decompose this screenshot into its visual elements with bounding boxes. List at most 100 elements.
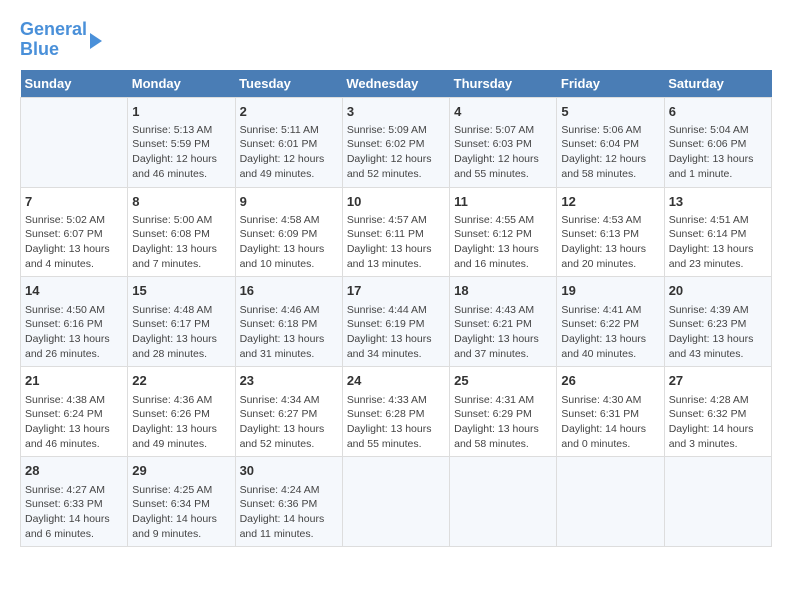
day-info: Sunrise: 5:02 AM Sunset: 6:07 PM Dayligh… [25,213,123,272]
day-number: 29 [132,462,230,480]
day-number: 20 [669,282,767,300]
calendar-cell: 8 Sunrise: 5:00 AM Sunset: 6:08 PM Daylig… [128,187,235,277]
header-day-monday: Monday [128,70,235,98]
calendar-cell: 23 Sunrise: 4:34 AM Sunset: 6:27 PM Dayli… [235,367,342,457]
header-day-wednesday: Wednesday [342,70,449,98]
calendar-week-row: 14 Sunrise: 4:50 AM Sunset: 6:16 PM Dayli… [21,277,772,367]
day-info: Sunrise: 5:07 AM Sunset: 6:03 PM Dayligh… [454,123,552,182]
calendar-week-row: 21 Sunrise: 4:38 AM Sunset: 6:24 PM Dayli… [21,367,772,457]
day-number: 17 [347,282,445,300]
calendar-cell: 30Sunrise: 4:24 AM Sunset: 6:36 PM Dayli… [235,457,342,547]
calendar-week-row: 28 Sunrise: 4:27 AM Sunset: 6:33 PM Dayli… [21,457,772,547]
day-info: Sunrise: 4:46 AM Sunset: 6:18 PM Dayligh… [240,303,338,362]
day-number: 4 [454,103,552,121]
calendar-cell: 26 Sunrise: 4:30 AM Sunset: 6:31 PM Dayli… [557,367,664,457]
day-number: 26 [561,372,659,390]
calendar-cell: 29 Sunrise: 4:25 AM Sunset: 6:34 PM Dayli… [128,457,235,547]
calendar-cell: 15Sunrise: 4:48 AM Sunset: 6:17 PM Dayli… [128,277,235,367]
day-number: 23 [240,372,338,390]
calendar-cell: 17 Sunrise: 4:44 AM Sunset: 6:19 PM Dayli… [342,277,449,367]
day-info: Sunrise: 5:13 AM Sunset: 5:59 PM Dayligh… [132,123,230,182]
page-header: GeneralBlue [20,20,772,60]
day-info: Sunrise: 4:30 AM Sunset: 6:31 PM Dayligh… [561,393,659,452]
logo-text: GeneralBlue [20,20,87,60]
day-info: Sunrise: 4:27 AM Sunset: 6:33 PM Dayligh… [25,483,123,542]
calendar-cell: 3Sunrise: 5:09 AM Sunset: 6:02 PM Daylig… [342,97,449,187]
day-info: Sunrise: 4:55 AM Sunset: 6:12 PM Dayligh… [454,213,552,272]
calendar-cell: 6Sunrise: 5:04 AM Sunset: 6:06 PM Daylig… [664,97,771,187]
day-number: 12 [561,193,659,211]
day-number: 2 [240,103,338,121]
calendar-cell: 20 Sunrise: 4:39 AM Sunset: 6:23 PM Dayli… [664,277,771,367]
calendar-cell: 4 Sunrise: 5:07 AM Sunset: 6:03 PM Daylig… [450,97,557,187]
calendar-cell: 16 Sunrise: 4:46 AM Sunset: 6:18 PM Dayli… [235,277,342,367]
day-info: Sunrise: 4:41 AM Sunset: 6:22 PM Dayligh… [561,303,659,362]
day-info: Sunrise: 4:33 AM Sunset: 6:28 PM Dayligh… [347,393,445,452]
day-number: 24 [347,372,445,390]
calendar-cell [664,457,771,547]
calendar-cell: 12 Sunrise: 4:53 AM Sunset: 6:13 PM Dayli… [557,187,664,277]
calendar-cell: 21 Sunrise: 4:38 AM Sunset: 6:24 PM Dayli… [21,367,128,457]
day-number: 10 [347,193,445,211]
day-info: Sunrise: 4:57 AM Sunset: 6:11 PM Dayligh… [347,213,445,272]
calendar-cell: 13Sunrise: 4:51 AM Sunset: 6:14 PM Dayli… [664,187,771,277]
day-number: 27 [669,372,767,390]
header-day-thursday: Thursday [450,70,557,98]
calendar-week-row: 7 Sunrise: 5:02 AM Sunset: 6:07 PM Daylig… [21,187,772,277]
calendar-cell: 28 Sunrise: 4:27 AM Sunset: 6:33 PM Dayli… [21,457,128,547]
calendar-cell: 5 Sunrise: 5:06 AM Sunset: 6:04 PM Daylig… [557,97,664,187]
day-info: Sunrise: 4:31 AM Sunset: 6:29 PM Dayligh… [454,393,552,452]
day-number: 8 [132,193,230,211]
calendar-cell: 10 Sunrise: 4:57 AM Sunset: 6:11 PM Dayli… [342,187,449,277]
day-info: Sunrise: 4:36 AM Sunset: 6:26 PM Dayligh… [132,393,230,452]
calendar-cell: 18Sunrise: 4:43 AM Sunset: 6:21 PM Dayli… [450,277,557,367]
calendar-cell: 14 Sunrise: 4:50 AM Sunset: 6:16 PM Dayli… [21,277,128,367]
calendar-cell: 27 Sunrise: 4:28 AM Sunset: 6:32 PM Dayli… [664,367,771,457]
day-number: 7 [25,193,123,211]
day-info: Sunrise: 4:58 AM Sunset: 6:09 PM Dayligh… [240,213,338,272]
calendar-cell: 25 Sunrise: 4:31 AM Sunset: 6:29 PM Dayli… [450,367,557,457]
calendar-cell [557,457,664,547]
day-number: 25 [454,372,552,390]
day-info: Sunrise: 4:34 AM Sunset: 6:27 PM Dayligh… [240,393,338,452]
day-number: 1 [132,103,230,121]
day-info: Sunrise: 4:25 AM Sunset: 6:34 PM Dayligh… [132,483,230,542]
day-info: Sunrise: 4:48 AM Sunset: 6:17 PM Dayligh… [132,303,230,362]
day-number: 18 [454,282,552,300]
day-number: 14 [25,282,123,300]
day-info: Sunrise: 4:39 AM Sunset: 6:23 PM Dayligh… [669,303,767,362]
calendar-week-row: 1 Sunrise: 5:13 AM Sunset: 5:59 PM Daylig… [21,97,772,187]
day-number: 13 [669,193,767,211]
day-info: Sunrise: 4:28 AM Sunset: 6:32 PM Dayligh… [669,393,767,452]
day-info: Sunrise: 4:53 AM Sunset: 6:13 PM Dayligh… [561,213,659,272]
header-day-friday: Friday [557,70,664,98]
logo: GeneralBlue [20,20,102,60]
day-info: Sunrise: 5:04 AM Sunset: 6:06 PM Dayligh… [669,123,767,182]
calendar-cell: 2 Sunrise: 5:11 AM Sunset: 6:01 PM Daylig… [235,97,342,187]
day-number: 19 [561,282,659,300]
day-number: 11 [454,193,552,211]
day-number: 16 [240,282,338,300]
calendar-cell: 22 Sunrise: 4:36 AM Sunset: 6:26 PM Dayli… [128,367,235,457]
day-number: 22 [132,372,230,390]
day-info: Sunrise: 4:44 AM Sunset: 6:19 PM Dayligh… [347,303,445,362]
calendar-cell: 11 Sunrise: 4:55 AM Sunset: 6:12 PM Dayli… [450,187,557,277]
calendar-cell: 24 Sunrise: 4:33 AM Sunset: 6:28 PM Dayli… [342,367,449,457]
day-info: Sunrise: 4:38 AM Sunset: 6:24 PM Dayligh… [25,393,123,452]
calendar-cell: 1 Sunrise: 5:13 AM Sunset: 5:59 PM Daylig… [128,97,235,187]
day-number: 30 [240,462,338,480]
calendar-cell: 9Sunrise: 4:58 AM Sunset: 6:09 PM Daylig… [235,187,342,277]
header-day-tuesday: Tuesday [235,70,342,98]
day-info: Sunrise: 5:11 AM Sunset: 6:01 PM Dayligh… [240,123,338,182]
day-number: 28 [25,462,123,480]
calendar-table: SundayMondayTuesdayWednesdayThursdayFrid… [20,70,772,548]
day-number: 21 [25,372,123,390]
header-day-sunday: Sunday [21,70,128,98]
day-info: Sunrise: 5:06 AM Sunset: 6:04 PM Dayligh… [561,123,659,182]
calendar-cell [450,457,557,547]
day-info: Sunrise: 4:50 AM Sunset: 6:16 PM Dayligh… [25,303,123,362]
day-number: 5 [561,103,659,121]
day-info: Sunrise: 5:09 AM Sunset: 6:02 PM Dayligh… [347,123,445,182]
calendar-cell: 7 Sunrise: 5:02 AM Sunset: 6:07 PM Daylig… [21,187,128,277]
day-info: Sunrise: 5:00 AM Sunset: 6:08 PM Dayligh… [132,213,230,272]
